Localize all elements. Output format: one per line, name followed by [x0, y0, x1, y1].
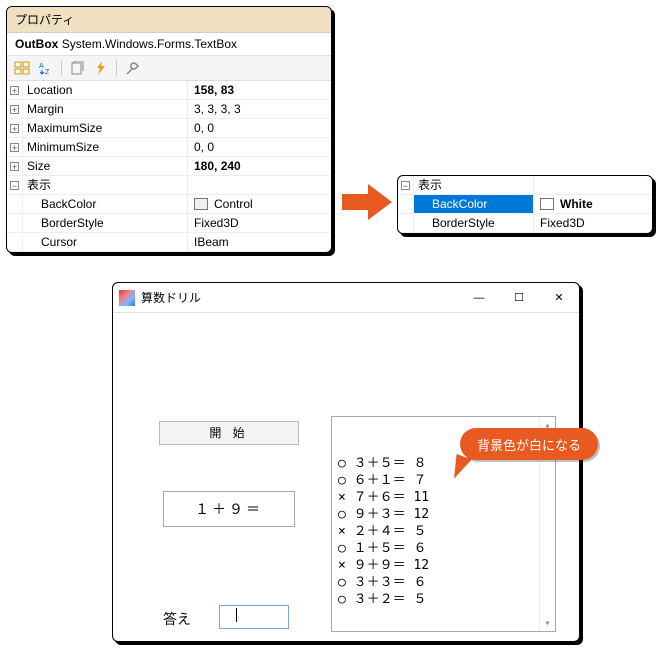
window-title: 算数ドリル [141, 289, 459, 306]
property-name: MaximumSize [23, 119, 188, 137]
property-value[interactable]: 3, 3, 3, 3 [188, 100, 331, 118]
answer-input[interactable] [219, 605, 289, 629]
property-name: 表示 [414, 176, 534, 194]
property-value-text: 0, 0 [194, 119, 214, 137]
property-value-text: IBeam [194, 233, 229, 251]
property-name: BorderStyle [23, 214, 188, 232]
alphabetical-button[interactable]: AZ [35, 58, 57, 78]
property-value[interactable]: 0, 0 [188, 138, 331, 156]
property-value[interactable]: 180, 240 [188, 157, 331, 175]
answer-label: 答え [163, 609, 191, 629]
property-value-text: Fixed3D [194, 214, 239, 232]
property-value[interactable]: Control [188, 195, 331, 213]
property-row[interactable]: +MinimumSize 0, 0 [7, 138, 331, 157]
property-value[interactable]: 0, 0 [188, 119, 331, 137]
properties-panel-before: プロパティ OutBox System.Windows.Forms.TextBo… [6, 6, 332, 253]
indent [398, 195, 414, 213]
property-row[interactable]: −表示 [7, 176, 331, 195]
client-area: 開 始 １＋９＝ 答え ○ ３＋５＝ ８ ○ ６＋１＝ ７ × ７＋６＝ 11 … [113, 313, 579, 641]
property-name: MinimumSize [23, 138, 188, 156]
color-swatch [194, 198, 208, 210]
collapse-icon[interactable]: − [398, 176, 414, 194]
indent [7, 195, 23, 213]
property-row[interactable]: BorderStyle Fixed3D [398, 214, 652, 233]
indent [7, 233, 23, 251]
properties-selector[interactable]: OutBox System.Windows.Forms.TextBox [7, 33, 331, 55]
property-value-text: 158, 83 [194, 81, 234, 99]
close-button[interactable]: ✕ [539, 283, 579, 313]
expand-icon[interactable]: + [7, 157, 23, 175]
property-value[interactable] [188, 176, 331, 194]
categorize-button[interactable] [11, 58, 33, 78]
property-row[interactable]: BackColor Control [7, 195, 331, 214]
callout-bubble: 背景色が白になる [460, 428, 598, 460]
property-name: BorderStyle [414, 214, 534, 232]
property-row[interactable]: +Location 158, 83 [7, 81, 331, 100]
events-button[interactable] [90, 58, 112, 78]
wrench-button[interactable] [121, 58, 143, 78]
property-value-text: 3, 3, 3, 3 [194, 100, 241, 118]
property-name: BackColor [414, 195, 534, 213]
scroll-down-icon[interactable]: ▾ [540, 615, 555, 631]
minimize-button[interactable]: ― [459, 283, 499, 313]
property-name: Location [23, 81, 188, 99]
properties-panel-after: −表示BackColor White BorderStyle Fixed3D [397, 175, 653, 234]
properties-header: プロパティ [7, 7, 331, 33]
property-value-text: Control [214, 195, 253, 213]
expand-icon[interactable]: + [7, 81, 23, 99]
property-value-text: 0, 0 [194, 138, 214, 156]
property-row[interactable]: +Size 180, 240 [7, 157, 331, 176]
titlebar: 算数ドリル ― ☐ ✕ [113, 283, 579, 313]
property-name: Cursor [23, 233, 188, 251]
selected-object-name: OutBox [15, 37, 58, 51]
maximize-button[interactable]: ☐ [499, 283, 539, 313]
property-row[interactable]: −表示 [398, 176, 652, 195]
property-row[interactable]: Cursor IBeam [7, 233, 331, 252]
svg-text:Z: Z [45, 69, 50, 75]
svg-text:A: A [39, 63, 44, 70]
expand-icon[interactable]: + [7, 100, 23, 118]
property-value[interactable]: 158, 83 [188, 81, 331, 99]
properties-toolbar: AZ [7, 55, 331, 81]
property-row[interactable]: BorderStyle Fixed3D [7, 214, 331, 233]
property-name: Size [23, 157, 188, 175]
property-value-text: 180, 240 [194, 157, 241, 175]
property-name: 表示 [23, 176, 188, 194]
property-row[interactable]: +Margin 3, 3, 3, 3 [7, 100, 331, 119]
toolbar-separator [61, 60, 62, 76]
property-row[interactable]: +MaximumSize 0, 0 [7, 119, 331, 138]
selected-object-type: System.Windows.Forms.TextBox [62, 37, 237, 51]
collapse-icon[interactable]: − [7, 176, 23, 194]
property-value[interactable] [534, 176, 652, 194]
property-value[interactable]: Fixed3D [534, 214, 652, 232]
property-value-text: Fixed3D [540, 214, 585, 232]
color-swatch [540, 198, 554, 210]
property-value[interactable]: IBeam [188, 233, 331, 251]
arrow-icon [340, 182, 394, 225]
start-button[interactable]: 開 始 [159, 421, 299, 445]
app-window: 算数ドリル ― ☐ ✕ 開 始 １＋９＝ 答え ○ ３＋５＝ ８ ○ ６＋１＝ … [112, 282, 580, 642]
results-text: ○ ３＋５＝ ８ ○ ６＋１＝ ７ × ７＋６＝ 11 ○ ９＋３＝ 12 × … [338, 455, 549, 608]
expand-icon[interactable]: + [7, 119, 23, 137]
app-icon [119, 290, 135, 306]
property-grid[interactable]: +Location158, 83+Margin3, 3, 3, 3+Maximu… [7, 81, 331, 252]
toolbar-separator [116, 60, 117, 76]
caret [236, 608, 237, 622]
question-label: １＋９＝ [163, 491, 295, 527]
indent [7, 214, 23, 232]
indent [398, 214, 414, 232]
property-pages-button[interactable] [66, 58, 88, 78]
property-value[interactable]: Fixed3D [188, 214, 331, 232]
property-row[interactable]: BackColor White [398, 195, 652, 214]
property-name: Margin [23, 100, 188, 118]
property-grid[interactable]: −表示BackColor White BorderStyle Fixed3D [398, 176, 652, 233]
property-value[interactable]: White [534, 195, 652, 213]
property-name: BackColor [23, 195, 188, 213]
property-value-text: White [560, 195, 593, 213]
expand-icon[interactable]: + [7, 138, 23, 156]
